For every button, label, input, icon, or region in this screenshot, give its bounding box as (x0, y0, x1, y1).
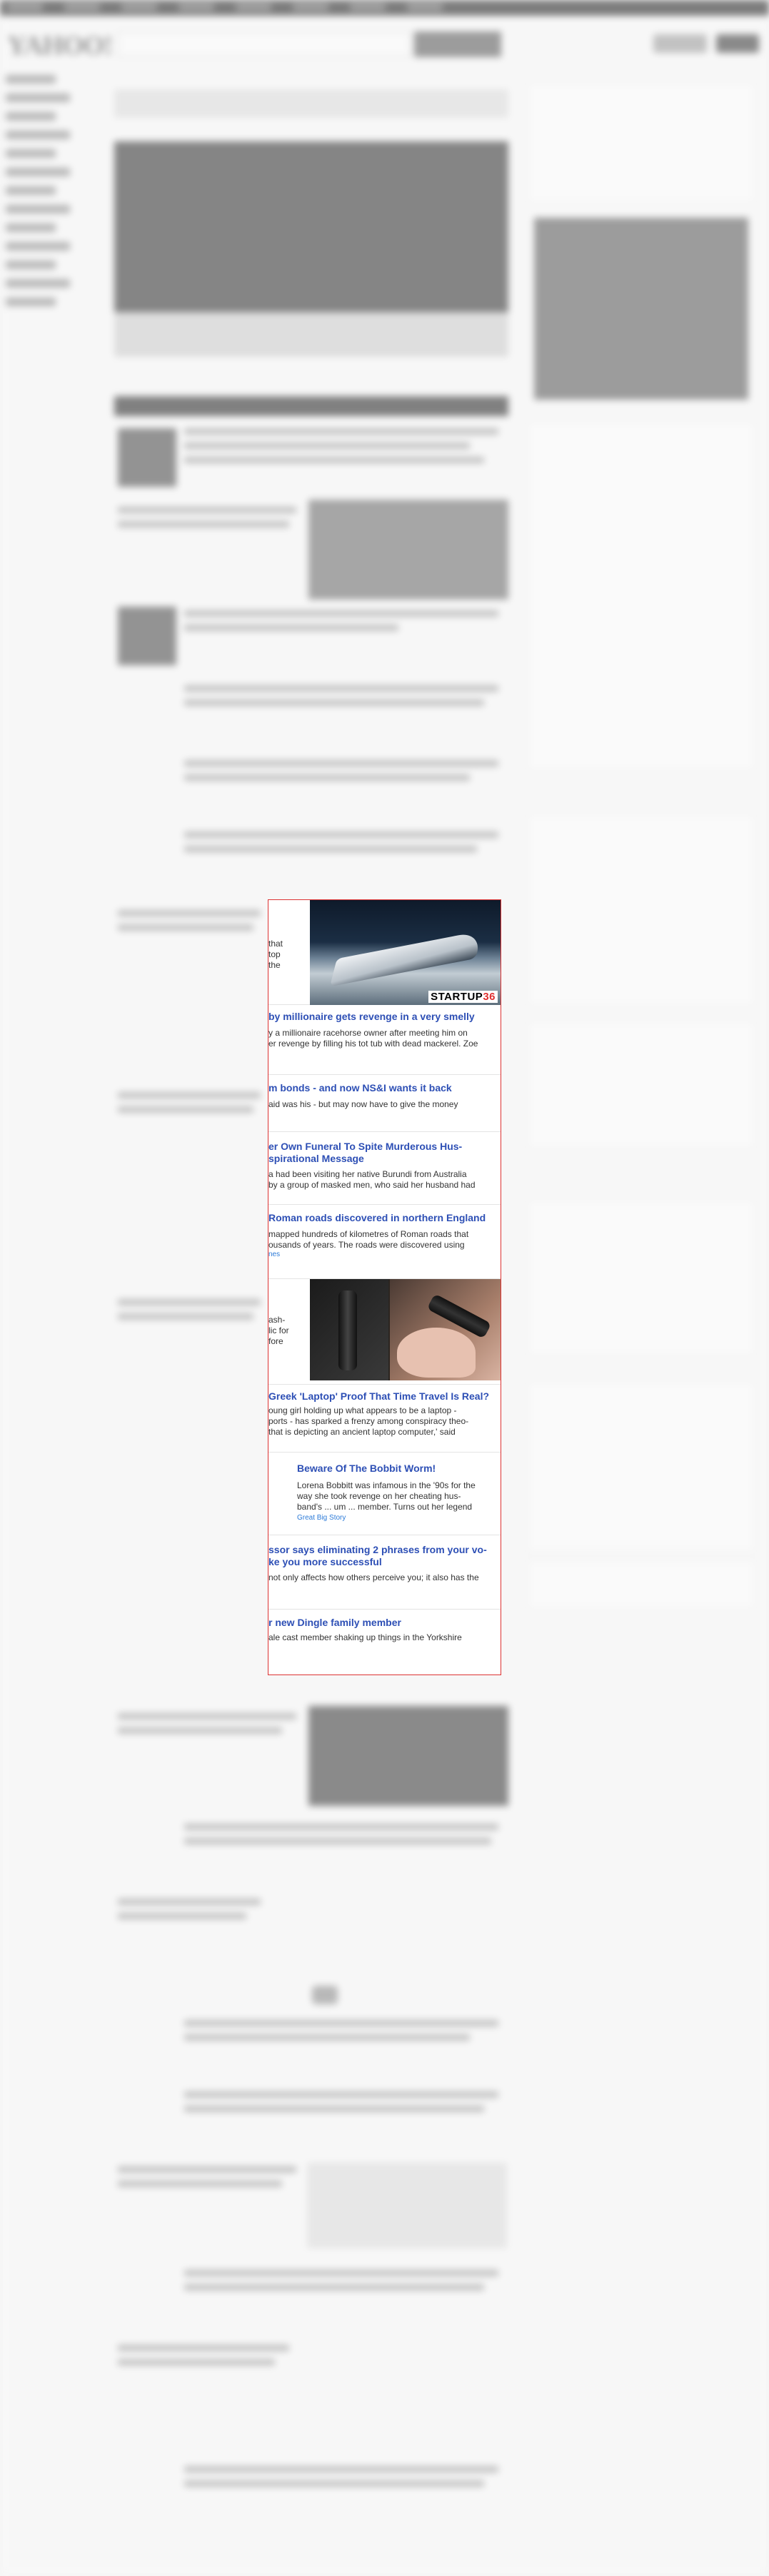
story-title[interactable]: Greek 'Laptop' Proof That Time Travel Is… (268, 1390, 497, 1403)
sponsored-story-card[interactable]: r new Dingle family member ale cast memb… (268, 1610, 501, 1675)
site-logo: YAHOO! (7, 31, 113, 61)
story-title[interactable]: Roman roads discovered in northern Engla… (268, 1212, 497, 1224)
story-snippet: a had been visiting her native Burundi f… (268, 1169, 476, 1190)
left-nav (6, 75, 91, 316)
story-snippet: not only affects how others perceive you… (268, 1572, 479, 1582)
sponsored-story-card[interactable]: ssor says eliminating 2 phrases from you… (268, 1535, 501, 1610)
sponsored-stories-panel: that top the STARTUP36 by millionaire ge… (268, 899, 501, 1675)
story-snippet: aid was his - but may now have to give t… (268, 1099, 458, 1109)
story-snippet: Lorena Bobbitt was infamous in the '90s … (297, 1480, 476, 1512)
sponsored-story-card[interactable]: Beware Of The Bobbit Worm! Lorena Bobbit… (268, 1453, 501, 1535)
story-snippet: ale cast member shaking up things in the… (268, 1632, 462, 1642)
yacht-image[interactable]: STARTUP36 (310, 900, 501, 1005)
story-snippet: that top the (268, 939, 283, 970)
story-title[interactable]: by millionaire gets revenge in a very sm… (268, 1011, 497, 1023)
sponsored-story-card[interactable]: m bonds - and now NS&I wants it back aid… (268, 1075, 501, 1132)
flashlight-photo-left (310, 1279, 388, 1380)
flashlight-image[interactable] (310, 1279, 501, 1380)
search-input[interactable] (118, 31, 411, 57)
sponsored-story-card[interactable]: Roman roads discovered in northern Engla… (268, 1205, 501, 1279)
story-snippet: mapped hundreds of kilometres of Roman r… (268, 1229, 469, 1250)
sponsored-story-card[interactable]: ash- lic for fore (268, 1279, 501, 1385)
story-source[interactable]: Great Big Story (297, 1514, 497, 1522)
sponsored-story-card[interactable]: er Own Funeral To Spite Murderous Hus- s… (268, 1132, 501, 1205)
flashlight-photo-right (390, 1279, 501, 1380)
story-title[interactable]: Beware Of The Bobbit Worm! (297, 1463, 497, 1475)
sign-in-button[interactable] (653, 34, 707, 53)
sponsored-story-card[interactable]: that top the STARTUP36 (268, 900, 501, 1005)
yacht-shape (329, 930, 483, 987)
story-title[interactable]: er Own Funeral To Spite Murderous Hus- s… (268, 1141, 497, 1165)
top-bar (0, 0, 769, 16)
search-button[interactable] (414, 31, 501, 57)
story-snippet: y a millionaire racehorse owner after me… (268, 1028, 478, 1049)
story-title[interactable]: r new Dingle family member (268, 1617, 497, 1629)
startup-badge: STARTUP36 (428, 991, 498, 1003)
sponsored-story-card[interactable]: by millionaire gets revenge in a very sm… (268, 1005, 501, 1075)
story-title[interactable]: ssor says eliminating 2 phrases from you… (268, 1544, 497, 1568)
story-source[interactable]: nes (268, 1251, 497, 1258)
mail-button[interactable] (716, 34, 759, 53)
story-snippet: oung girl holding up what appears to be … (268, 1405, 469, 1437)
sponsored-story-card[interactable]: Greek 'Laptop' Proof That Time Travel Is… (268, 1385, 501, 1453)
story-title[interactable]: m bonds - and now NS&I wants it back (268, 1082, 497, 1094)
story-snippet: ash- lic for fore (268, 1315, 289, 1346)
